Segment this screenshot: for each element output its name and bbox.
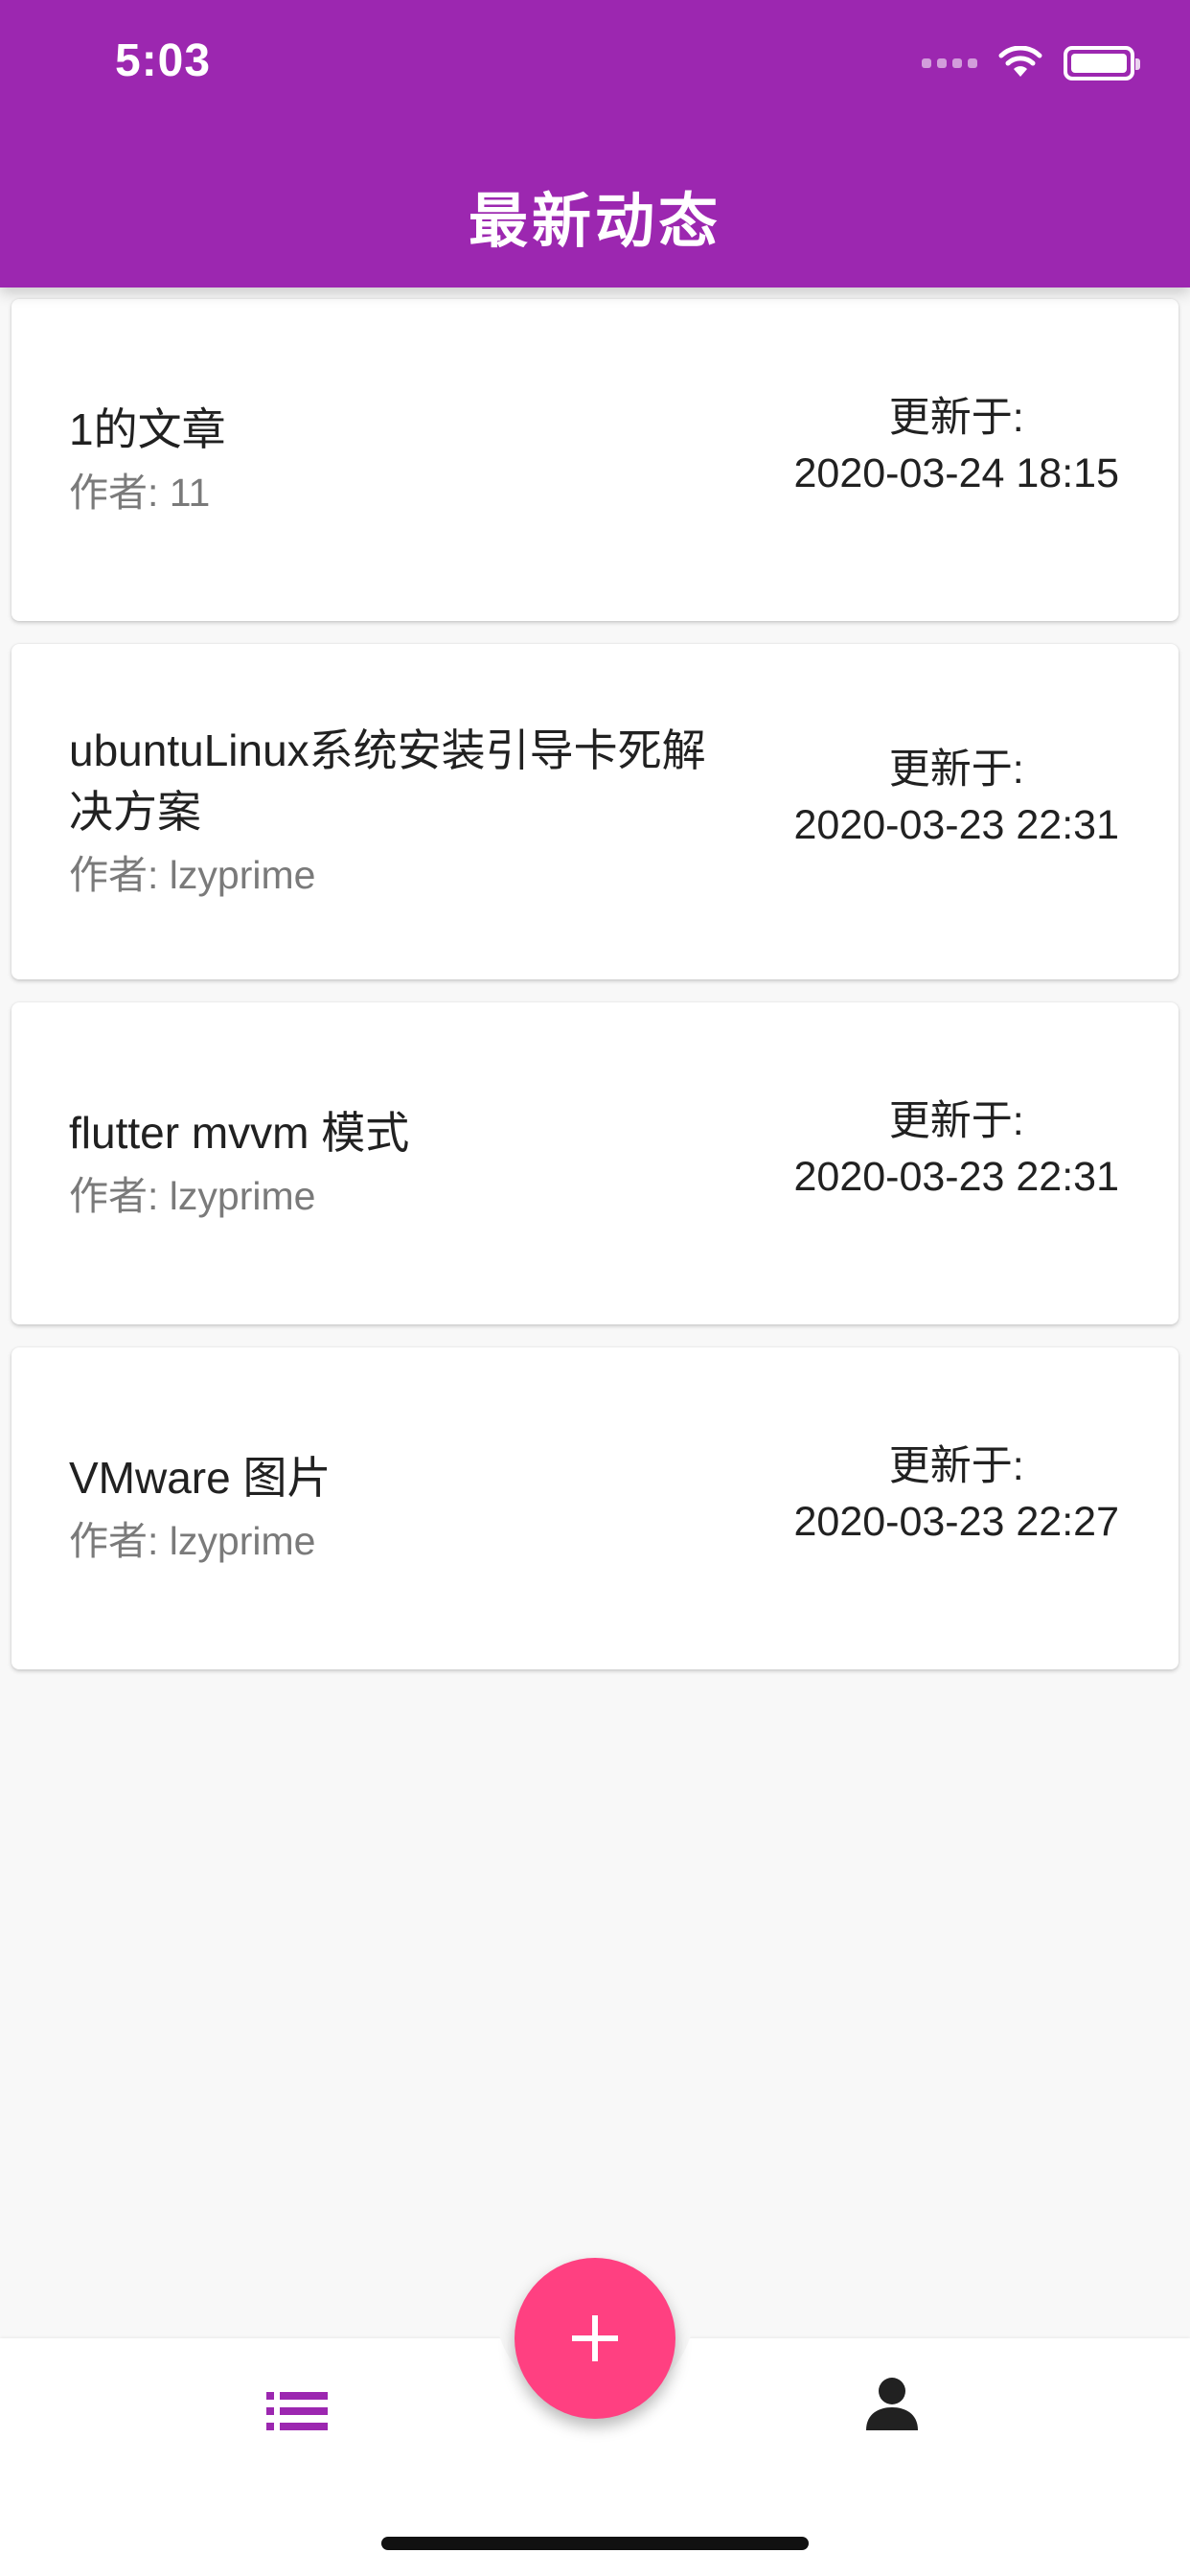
article-author: 作者: lzyprime [69,1174,316,1218]
home-indicator[interactable] [381,2537,809,2550]
article-author: 作者: 11 [69,471,211,515]
person-icon[interactable] [862,2375,922,2434]
article-card[interactable]: 1的文章 作者: 11 更新于: 2020-03-24 18:15 [11,299,1179,621]
article-updated: 更新于: 2020-03-23 22:31 [793,1093,1119,1205]
updated-label: 更新于: [888,1443,1024,1489]
article-title: 1的文章 [69,404,226,454]
updated-label: 更新于: [888,1098,1024,1144]
article-card[interactable]: VMware 图片 作者: lzyprime 更新于: 2020-03-23 2… [11,1347,1179,1669]
article-author: 作者: lzyprime [69,1519,316,1563]
status-icons [922,44,1140,82]
article-info: ubuntuLinux系统安装引导卡死解决方案 作者: lzyprime [69,720,721,904]
updated-time: 2020-03-23 22:31 [793,1154,1119,1200]
updated-label: 更新于: [888,747,1024,793]
article-info: VMware 图片 作者: lzyprime [69,1447,721,1570]
article-updated: 更新于: 2020-03-23 22:31 [793,742,1119,853]
add-button[interactable] [515,2258,675,2419]
page-title: 最新动态 [468,189,721,255]
wifi-icon [998,46,1042,80]
article-author: 作者: lzyprime [69,853,316,897]
article-card[interactable]: ubuntuLinux系统安装引导卡死解决方案 作者: lzyprime 更新于… [11,644,1179,979]
updated-time: 2020-03-24 18:15 [793,450,1119,496]
updated-time: 2020-03-23 22:27 [793,1499,1119,1545]
article-title: ubuntuLinux系统安装引导卡死解决方案 [69,725,706,837]
article-updated: 更新于: 2020-03-23 22:27 [793,1438,1119,1550]
signal-icon [922,58,977,68]
app-screen: 5:03 最新动态 1的文章 作者: 11 更新于: 2020-03-24 18… [0,0,1190,2576]
updated-time: 2020-03-23 22:31 [793,802,1119,848]
app-bar: 5:03 最新动态 [0,0,1190,288]
article-updated: 更新于: 2020-03-24 18:15 [793,390,1119,501]
article-info: flutter mvvm 模式 作者: lzyprime [69,1102,721,1225]
article-info: 1的文章 作者: 11 [69,399,721,521]
plus-icon [572,2315,618,2361]
article-card[interactable]: flutter mvvm 模式 作者: lzyprime 更新于: 2020-0… [11,1002,1179,1324]
battery-icon [1064,46,1140,80]
article-list: 1的文章 作者: 11 更新于: 2020-03-24 18:15 ubuntu… [11,299,1179,1692]
article-title: flutter mvvm 模式 [69,1108,410,1158]
list-icon[interactable] [266,2390,330,2432]
article-title: VMware 图片 [69,1453,332,1503]
updated-label: 更新于: [888,395,1024,441]
status-time: 5:03 [115,35,212,86]
